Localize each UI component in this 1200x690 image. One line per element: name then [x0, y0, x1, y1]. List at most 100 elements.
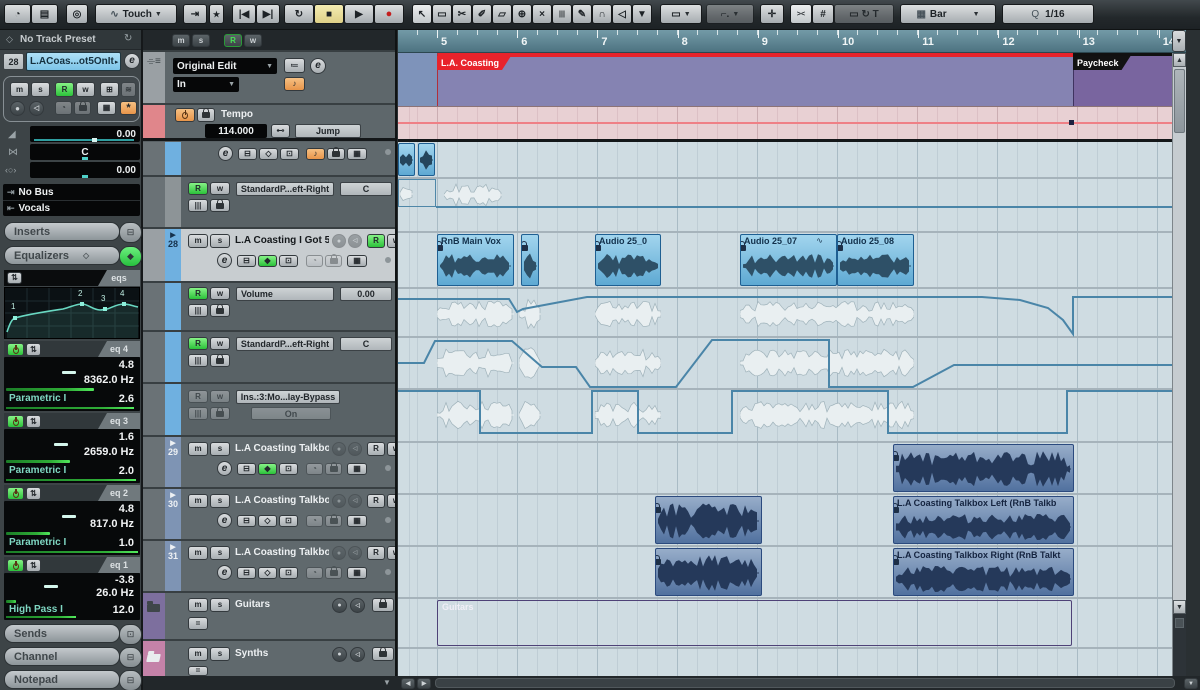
inserts-bypass-button[interactable]: ⊟: [119, 222, 142, 243]
track-row-28[interactable]: ▶ 28 m s L.A Coasting I Got 5 ● ◁ R w e …: [143, 229, 397, 283]
curve-tool[interactable]: ∩: [592, 4, 612, 24]
record-enable-button[interactable]: ●: [332, 546, 346, 560]
track-number-tab[interactable]: ▶ 29: [165, 437, 181, 487]
eq-state-button[interactable]: ◇: [258, 515, 277, 527]
vertical-scrollbar[interactable]: ▲ ▼: [1172, 53, 1186, 676]
lane-read-button[interactable]: R: [188, 390, 208, 403]
lock-button[interactable]: [325, 255, 342, 267]
solo-button[interactable]: s: [31, 82, 50, 97]
inserts-state-button[interactable]: ⊟: [237, 463, 256, 475]
lane-comp-button[interactable]: |||: [188, 199, 208, 212]
sends-state-button[interactable]: ⊡: [280, 148, 299, 160]
color-tool[interactable]: ▼: [632, 4, 652, 24]
lane-write-button[interactable]: w: [210, 337, 230, 350]
timebase-button[interactable]: ◔: [306, 463, 323, 475]
record-enable-button[interactable]: ●: [332, 494, 346, 508]
timebase-button[interactable]: ◔: [306, 255, 323, 267]
eq3-power-button[interactable]: [7, 415, 24, 428]
write-button[interactable]: w: [387, 546, 397, 560]
folder-closed-icon[interactable]: [147, 599, 160, 617]
timebase-button[interactable]: ◔: [306, 567, 323, 579]
eq3-tab[interactable]: eq 3: [98, 413, 140, 429]
output-routing[interactable]: ⇤ Vocals: [3, 201, 140, 216]
eq1-tab[interactable]: eq 1: [98, 557, 140, 573]
constrain-delay-button[interactable]: ◎: [66, 4, 88, 24]
lane-comp-button[interactable]: |||: [188, 354, 208, 367]
lane-lock-button[interactable]: [210, 407, 230, 420]
eq-state-button[interactable]: ◇: [258, 567, 277, 579]
solo-button[interactable]: s: [210, 234, 230, 248]
scroll-right-button[interactable]: ▶: [417, 678, 431, 689]
lane-write-button[interactable]: w: [210, 287, 230, 300]
group-edit-button[interactable]: =: [188, 666, 208, 676]
global-mute-button[interactable]: m: [172, 34, 190, 47]
eq4-gain-slider[interactable]: [62, 371, 76, 374]
insert-region-dropdown[interactable]: ▭▼: [660, 4, 702, 24]
eq-state-button[interactable]: ◆: [258, 463, 277, 475]
edit-button[interactable]: e: [310, 58, 326, 74]
snap-type-group[interactable]: ▭ ↻ T: [834, 4, 894, 24]
vscroll-thumb[interactable]: [1174, 69, 1185, 133]
channel-strip-button[interactable]: ⊟: [119, 647, 142, 668]
solo-button[interactable]: s: [210, 546, 230, 560]
eq1-freq-slider[interactable]: [6, 600, 16, 603]
snap-button[interactable]: ><: [790, 4, 812, 24]
split-tool[interactable]: ✂: [452, 4, 472, 24]
audio-clip[interactable]: [418, 143, 435, 176]
lane-comp-button[interactable]: |||: [188, 407, 208, 420]
input-routing[interactable]: ⇥ No Bus: [3, 184, 140, 201]
mute-button[interactable]: m: [188, 494, 208, 508]
notepad-button[interactable]: ⊟: [119, 670, 142, 690]
eq2-q-slider[interactable]: [6, 551, 138, 553]
edit-button[interactable]: e: [217, 565, 232, 580]
musical-mode-button[interactable]: ♪: [306, 148, 325, 160]
cycle-marker-flag[interactable]: L.A. Coasting: [437, 56, 511, 70]
track-preset-row[interactable]: ◇ No Track Preset ↻: [0, 30, 141, 50]
tempo-track-row[interactable]: Tempo 114.000 ⊷ Jump: [143, 105, 397, 141]
lane-parameter-field[interactable]: Ins.:3:Mo...lay-Bypass: [236, 390, 340, 404]
edit-button[interactable]: e: [217, 461, 232, 476]
vzoom-area[interactable]: [1173, 614, 1186, 676]
cycle-region-bar[interactable]: [437, 53, 1073, 57]
device-panel-button[interactable]: ▦: [97, 101, 116, 115]
erase-tool[interactable]: ▱: [492, 4, 512, 24]
part-marker-flag[interactable]: Paycheck: [1073, 56, 1131, 70]
eq2-panel[interactable]: 4.8 817.0 Hz Parametric I 1.0: [4, 501, 140, 555]
read-button[interactable]: R: [367, 234, 385, 248]
in-dropdown[interactable]: In ▼: [173, 77, 239, 92]
hscroll-thumb[interactable]: [435, 678, 1175, 688]
eq1-power-button[interactable]: [7, 559, 24, 572]
comp-tool[interactable]: |||: [552, 4, 572, 24]
mute-button[interactable]: m: [188, 647, 208, 661]
inserts-state-button[interactable]: ⊟: [237, 255, 256, 267]
eq4-freq-slider[interactable]: [6, 388, 94, 391]
device-panel-button[interactable]: ▦: [347, 515, 367, 527]
solo-button[interactable]: s: [210, 647, 230, 661]
monitor-button[interactable]: ◁: [29, 101, 44, 116]
eq-state-button[interactable]: ◆: [258, 255, 277, 267]
group-lock-button[interactable]: [372, 647, 394, 661]
folder-row-guitars[interactable]: m s Guitars ● ◁ =: [143, 593, 397, 641]
auto-punch-button[interactable]: ⇥: [183, 4, 207, 24]
tempo-value-box[interactable]: 114.000: [205, 124, 267, 138]
mute-button[interactable]: m: [188, 234, 208, 248]
monitor-button[interactable]: ◁: [348, 546, 362, 560]
mute-button[interactable]: m: [188, 546, 208, 560]
device-panel-button[interactable]: ▦: [347, 463, 367, 475]
folder-open-icon[interactable]: [147, 649, 160, 667]
lane-parameter-field[interactable]: StandardP...eft-Right: [236, 337, 334, 351]
monitor-button[interactable]: ◁: [348, 494, 362, 508]
eq1-type-label[interactable]: High Pass I: [9, 604, 63, 615]
inserts-state-button[interactable]: ⊟: [237, 567, 256, 579]
tracklist-expand-icon[interactable]: ▼: [383, 678, 391, 687]
eq1-panel[interactable]: -3.8 26.0 Hz High Pass I 12.0: [4, 573, 140, 620]
audio-clip-talkbox-right[interactable]: L.A Coasting Talkbox Right (RnB Talkt: [893, 548, 1074, 596]
edit-channel-button[interactable]: e: [124, 53, 140, 69]
track-number-tab[interactable]: ▶ 31: [165, 541, 181, 591]
eq4-invert-button[interactable]: ⇅: [26, 343, 41, 356]
audio-clip-talkbox[interactable]: [893, 444, 1074, 492]
lane-lock-button[interactable]: [210, 199, 230, 212]
folder-part-guitars[interactable]: Guitars: [437, 600, 1072, 646]
grid-type-dropdown[interactable]: ▦ Bar ▼: [900, 4, 996, 24]
solo-button[interactable]: s: [210, 442, 230, 456]
